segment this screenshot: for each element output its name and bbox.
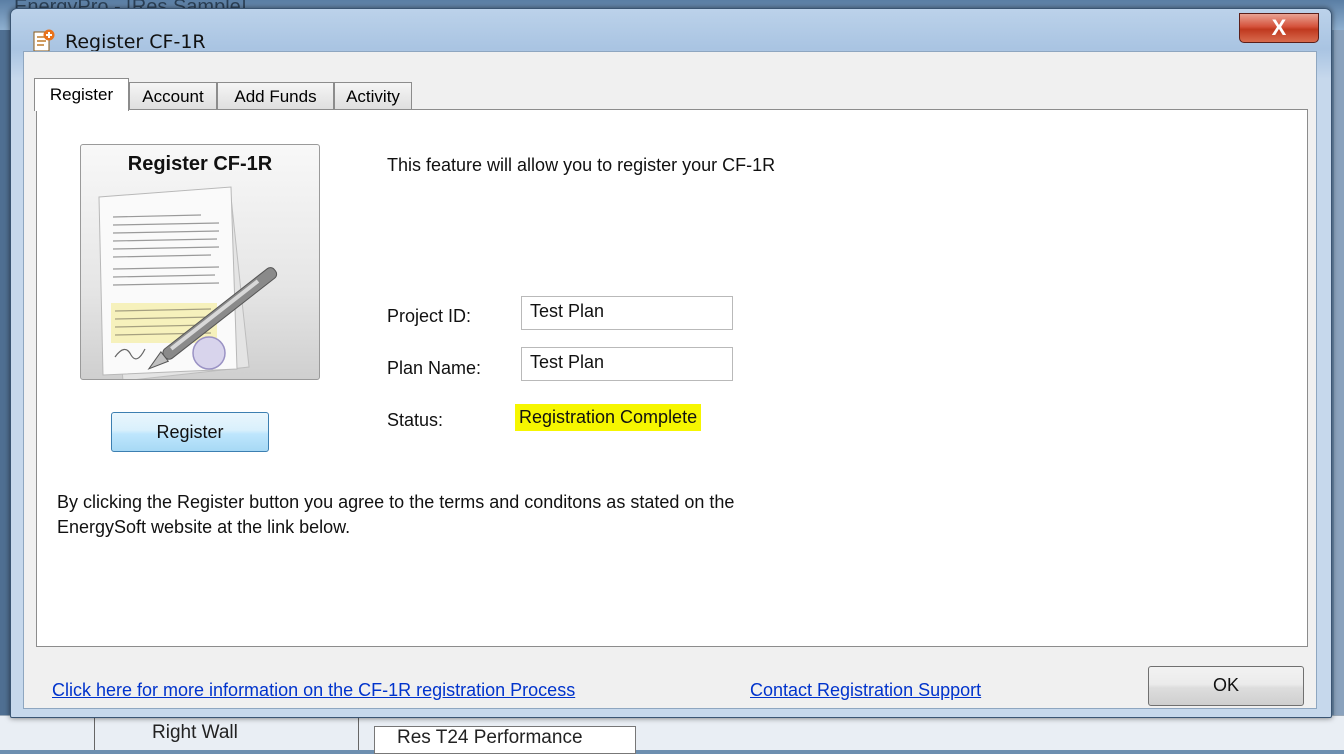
register-illustration: Register CF-1R [80,144,320,380]
intro-text: This feature will allow you to register … [387,155,776,175]
close-button[interactable]: X [1239,13,1319,43]
registration-info-link[interactable]: Click here for more information on the C… [52,680,575,701]
background-right-edge [1334,30,1344,720]
status-label: Status: [387,410,444,430]
tab-add-funds[interactable]: Add Funds [217,82,334,110]
window-title: Register CF-1R [65,31,206,53]
dialog-client-area: Register Account Add Funds Activity Regi… [23,51,1317,709]
project-id-field[interactable]: Test Plan [521,296,733,330]
status-value: Registration Complete [515,404,702,431]
register-document-icon [33,29,55,53]
register-tab-panel: Register CF-1R This feature will allow y… [36,109,1308,647]
register-dialog: Register CF-1R X Register Account Add Fu… [10,8,1332,718]
document-pen-icon [98,186,278,379]
plan-name-label: Plan Name: [387,358,482,378]
background-tab-box[interactable]: Res T24 Performance [374,726,636,754]
ok-button[interactable]: OK [1148,666,1304,706]
background-divider [358,716,359,750]
register-button[interactable]: Register [111,412,269,452]
tab-account[interactable]: Account [129,82,217,110]
contact-support-link[interactable]: Contact Registration Support [750,680,981,701]
terms-text: By clicking the Register button you agre… [57,492,735,537]
background-divider [94,716,95,750]
background-left-edge [0,30,10,720]
background-tree-item[interactable]: Right Wall [152,722,238,744]
tab-activity[interactable]: Activity [334,82,412,110]
project-id-label: Project ID: [387,306,472,326]
background-app-bottom: Right Wall Res T24 Performance [0,715,1344,754]
plan-name-field[interactable]: Test Plan [521,347,733,381]
close-icon: X [1271,15,1287,40]
tab-register[interactable]: Register [34,78,129,111]
